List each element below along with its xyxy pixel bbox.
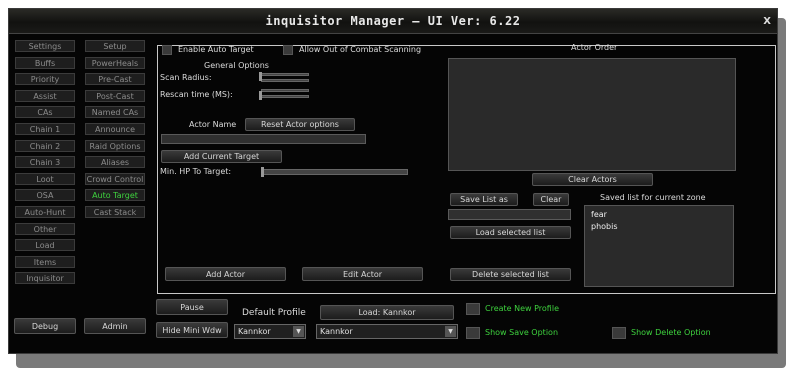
nav-item-raid-options[interactable]: Raid Options — [85, 139, 145, 152]
show-delete-option-checkbox[interactable] — [612, 327, 626, 339]
nav-item-announce[interactable]: Announce — [85, 123, 145, 135]
rescan-time-knob[interactable] — [259, 91, 262, 100]
rescan-time-slider-2[interactable] — [261, 95, 309, 98]
show-save-option-checkbox[interactable] — [466, 327, 480, 339]
nav-item-crowd-control[interactable]: Crowd Control — [85, 172, 145, 185]
scan-radius-label: Scan Radius: — [160, 73, 212, 82]
nav-item-post-cast[interactable]: Post-Cast — [85, 89, 145, 102]
load-profile-button[interactable]: Load: Kannkor — [320, 305, 454, 320]
nav-item-aliases[interactable]: Aliases — [85, 156, 145, 169]
clear-actors-button[interactable]: Clear Actors — [532, 173, 653, 186]
show-save-option-label: Show Save Option — [485, 328, 559, 337]
saved-list-heading: Saved list for current zone — [600, 193, 706, 202]
general-options-heading: General Options — [204, 61, 269, 70]
nav-item-loot[interactable]: Loot — [15, 172, 75, 185]
nav-item-chain-3[interactable]: Chain 3 — [15, 156, 75, 169]
nav-item-setup[interactable]: Setup — [85, 40, 145, 52]
add-actor-button[interactable]: Add Actor — [165, 267, 286, 281]
show-delete-option-label: Show Delete Option — [631, 328, 711, 337]
allow-out-of-combat-checkbox[interactable] — [283, 45, 293, 55]
nav-item-auto-hunt[interactable]: Auto-Hunt — [15, 206, 75, 218]
close-icon[interactable]: X — [763, 16, 771, 27]
clear-button[interactable]: Clear — [533, 193, 569, 206]
nav-item-pre-cast[interactable]: Pre-Cast — [85, 73, 145, 86]
title-bar[interactable]: inquisitor Manager – UI Ver: 6.22 X — [9, 9, 777, 34]
nav-item-items[interactable]: Items — [15, 255, 75, 268]
enable-auto-target-label: Enable Auto Target — [178, 45, 254, 54]
enable-auto-target-checkbox[interactable] — [162, 45, 172, 55]
create-new-profile-label: Create New Profile — [485, 304, 559, 313]
nav-item-priority[interactable]: Priority — [15, 73, 75, 86]
nav-item-chain-2[interactable]: Chain 2 — [15, 139, 75, 152]
nav-item-powerheals[interactable]: PowerHeals — [85, 56, 145, 69]
nav-item-cas[interactable]: CAs — [15, 106, 75, 119]
nav-item-cast-stack[interactable]: Cast Stack — [85, 206, 145, 218]
min-hp-slider[interactable] — [263, 169, 408, 175]
admin-button[interactable]: Admin — [84, 318, 146, 334]
min-hp-knob[interactable] — [261, 167, 264, 177]
nav-item-assist[interactable]: Assist — [15, 89, 75, 102]
rescan-time-label: Rescan time (MS): — [160, 90, 233, 99]
edit-actor-button[interactable]: Edit Actor — [302, 267, 423, 281]
scan-radius-slider-1[interactable] — [261, 73, 309, 76]
actor-order-heading: Actor Order — [571, 43, 618, 52]
nav-item-named-cas[interactable]: Named CAs — [85, 106, 145, 119]
nav-item-other[interactable]: Other — [15, 222, 75, 235]
pause-button[interactable]: Pause — [156, 299, 228, 315]
manager-window: inquisitor Manager – UI Ver: 6.22 X Sett… — [8, 8, 778, 354]
debug-button[interactable]: Debug — [14, 318, 76, 334]
nav-item-osa[interactable]: OSA — [15, 189, 75, 202]
default-profile-value: Kannkor — [238, 327, 271, 336]
delete-selected-list-button[interactable]: Delete selected list — [450, 268, 571, 281]
actor-order-list[interactable] — [448, 58, 736, 171]
chevron-down-icon[interactable]: ▼ — [293, 326, 304, 337]
saved-list-item[interactable]: phobis — [591, 222, 618, 231]
actor-name-input[interactable] — [161, 134, 366, 144]
saved-list-item[interactable]: fear — [591, 210, 607, 219]
window-title: inquisitor Manager – UI Ver: 6.22 — [265, 14, 521, 28]
profile-select-value: Kannkor — [320, 327, 353, 336]
default-profile-select[interactable]: Kannkor ▼ — [234, 324, 306, 339]
chevron-down-icon[interactable]: ▼ — [445, 326, 456, 337]
min-hp-label: Min. HP To Target: — [160, 167, 232, 176]
reset-actor-options-button[interactable]: Reset Actor options — [245, 118, 355, 131]
saved-list-box[interactable]: fear phobis — [584, 205, 734, 287]
actor-name-label: Actor Name — [189, 120, 237, 129]
save-list-as-button[interactable]: Save List as — [450, 193, 518, 206]
nav-item-auto-target[interactable]: Auto Target — [85, 189, 145, 202]
allow-out-of-combat-label: Allow Out of Combat Scanning — [299, 45, 422, 54]
nav-item-chain-1[interactable]: Chain 1 — [15, 123, 75, 135]
nav-item-settings[interactable]: Settings — [15, 40, 75, 52]
save-list-name-input[interactable] — [448, 209, 571, 220]
profile-select[interactable]: Kannkor ▼ — [316, 324, 458, 339]
scan-radius-knob[interactable] — [259, 72, 262, 81]
nav-item-inquisitor[interactable]: Inquisitor — [15, 272, 75, 285]
nav-item-buffs[interactable]: Buffs — [15, 56, 75, 69]
add-current-target-button[interactable]: Add Current Target — [161, 150, 282, 163]
rescan-time-slider-1[interactable] — [261, 89, 309, 92]
scan-radius-slider-2[interactable] — [261, 79, 309, 82]
default-profile-label: Default Profile — [242, 308, 306, 318]
nav-item-load[interactable]: Load — [15, 239, 75, 252]
hide-mini-window-button[interactable]: Hide Mini Wdw — [156, 322, 228, 338]
load-selected-list-button[interactable]: Load selected list — [450, 226, 571, 239]
create-new-profile-checkbox[interactable] — [466, 303, 480, 315]
